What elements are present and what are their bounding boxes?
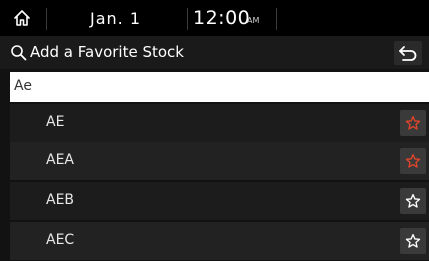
back-button[interactable] xyxy=(394,41,422,65)
date-display: Jan. 1 xyxy=(90,9,142,28)
title-bar: Add a Favorite Stock xyxy=(0,36,429,69)
search-icon xyxy=(11,45,27,61)
search-input[interactable] xyxy=(10,72,429,102)
stock-favorite-screen: Jan. 1 12:00 AM Add a Favorite Stock Ae … xyxy=(0,0,429,261)
stock-symbol: AEA xyxy=(46,152,74,168)
back-arrow-icon xyxy=(399,46,417,61)
stock-symbol: AEC xyxy=(46,232,75,248)
stock-symbol: AEB xyxy=(46,192,75,208)
page-title: Add a Favorite Stock xyxy=(30,43,184,61)
home-icon xyxy=(14,10,30,26)
stock-symbol: AE xyxy=(46,114,65,130)
star-icon xyxy=(405,116,421,130)
stock-row-aea[interactable]: AEA xyxy=(10,142,429,180)
status-divider xyxy=(187,8,188,30)
ampm-display: AM xyxy=(247,16,260,25)
status-bar: Jan. 1 12:00 AM xyxy=(0,0,429,36)
status-divider xyxy=(46,8,47,30)
stock-row-aec[interactable]: AEC xyxy=(10,222,429,260)
star-icon xyxy=(405,194,421,208)
search-input-value: Ae xyxy=(14,78,32,94)
favorite-toggle-button[interactable] xyxy=(400,148,426,174)
star-icon xyxy=(405,234,421,248)
favorite-toggle-button[interactable] xyxy=(400,228,426,254)
status-divider xyxy=(276,8,277,30)
time-display: 12:00 xyxy=(193,7,251,29)
star-icon xyxy=(405,154,421,168)
stock-row-ae[interactable]: AE xyxy=(10,104,429,142)
home-button[interactable] xyxy=(10,6,34,30)
stock-row-aeb[interactable]: AEB xyxy=(10,182,429,220)
favorite-toggle-button[interactable] xyxy=(400,110,426,136)
favorite-toggle-button[interactable] xyxy=(400,188,426,214)
